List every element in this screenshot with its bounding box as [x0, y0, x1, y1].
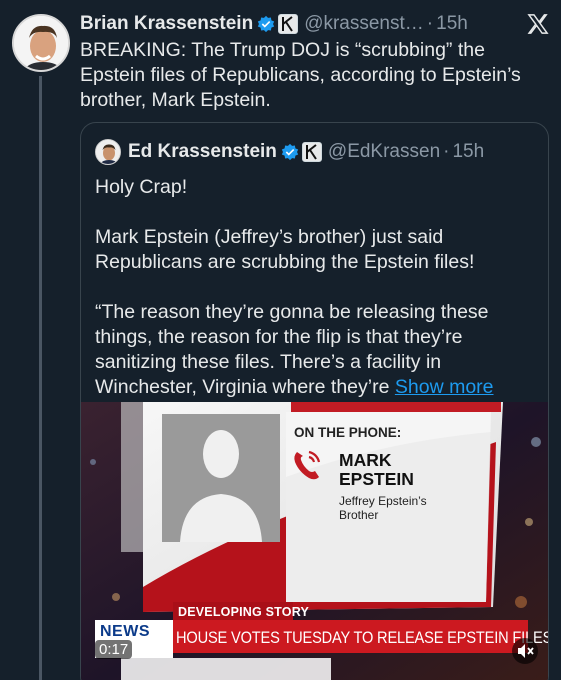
- caller-name-first: MARK: [339, 450, 392, 470]
- author-handle[interactable]: @krassenst…: [304, 13, 424, 35]
- network-logo: NEWS: [100, 623, 150, 640]
- quoted-paragraph: Mark Epstein (Jeffrey’s brother) just sa…: [95, 226, 475, 273]
- video-player[interactable]: ON THE PHONE: MARK EPSTEIN Jeffrey Epste…: [81, 402, 549, 680]
- x-logo-icon[interactable]: [527, 13, 549, 35]
- verified-badge-icon: [258, 15, 275, 33]
- avatar-brian[interactable]: [12, 14, 70, 72]
- quoted-tweet-card[interactable]: Ed Krassenstein @EdKrassen · 15h Holy Cr…: [80, 122, 549, 680]
- separator-dot: ·: [426, 13, 434, 34]
- caller-name-last: EPSTEIN: [339, 469, 414, 489]
- quoted-tweet-time[interactable]: 15h: [452, 141, 484, 163]
- affiliate-k-icon[interactable]: [301, 142, 322, 162]
- quoted-author-name[interactable]: Ed Krassenstein: [128, 141, 277, 163]
- developing-story-label: DEVELOPING STORY: [178, 605, 310, 619]
- tweet-time[interactable]: 15h: [436, 13, 468, 35]
- avatar-ed[interactable]: [95, 139, 121, 165]
- quoted-author-handle[interactable]: @EdKrassen: [328, 141, 440, 163]
- caller-desc-line2: Brother: [339, 508, 379, 522]
- mute-button[interactable]: [512, 638, 538, 664]
- chyron-headline: HOUSE VOTES TUESDAY TO RELEASE EPSTEIN F…: [176, 628, 549, 647]
- caller-desc-line1: Jeffrey Epstein’s: [339, 494, 427, 508]
- quoted-tweet-text: Holy Crap! Mark Epstein (Jeffrey’s broth…: [95, 175, 535, 400]
- author-name[interactable]: Brian Krassenstein: [80, 13, 253, 35]
- mute-icon: [518, 644, 534, 658]
- caller-description: Jeffrey Epstein’s Brother: [339, 494, 449, 522]
- video-timestamp: 0:17: [95, 640, 133, 659]
- tweet-header: Brian Krassenstein @krassenst… · 15h: [80, 11, 547, 37]
- quoted-paragraph: Holy Crap!: [95, 176, 188, 198]
- verified-badge-icon: [281, 143, 299, 161]
- tweet-text: BREAKING: The Trump DOJ is “scrubbing” t…: [80, 39, 521, 111]
- on-the-phone-label: ON THE PHONE:: [294, 425, 402, 440]
- separator-dot: ·: [443, 141, 450, 162]
- show-more-link[interactable]: Show more: [395, 376, 494, 398]
- quoted-paragraph-last: “The reason they’re gonna be releasing t…: [95, 300, 535, 400]
- thread-line: [39, 76, 42, 680]
- quoted-tweet-header: Ed Krassenstein @EdKrassen · 15h: [95, 139, 484, 165]
- caller-name: MARK EPSTEIN: [339, 451, 414, 489]
- affiliate-k-icon[interactable]: [278, 14, 299, 34]
